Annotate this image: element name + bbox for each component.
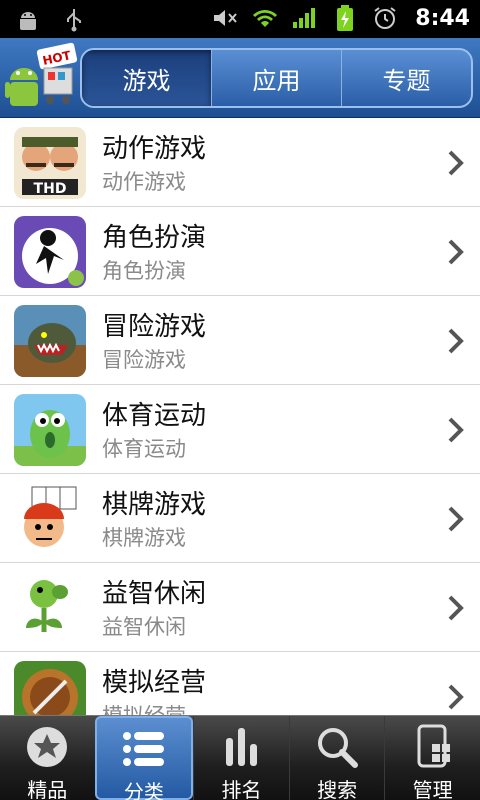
hot-android-cart-logo[interactable]: HOT — [4, 42, 80, 114]
chevron-right-icon — [448, 506, 464, 532]
chevron-right-icon — [448, 150, 464, 176]
list-item-adventure[interactable]: 冒险游戏 冒险游戏 — [0, 296, 480, 385]
list-item-subtitle: 益智休闲 — [102, 615, 186, 639]
list-item-simulation[interactable]: 模拟经营 模拟经营 — [0, 652, 480, 715]
ranking-bars-icon — [226, 728, 258, 766]
alarm-icon — [371, 4, 399, 32]
category-list: THD 动作游戏 动作游戏 角色扮演 角色扮演 冒险游戏 冒险游戏 体育运动 体… — [0, 118, 480, 715]
list-item-subtitle: 动作游戏 — [102, 170, 186, 194]
nav-ranking[interactable]: 排名 — [193, 716, 289, 800]
chevron-right-icon — [448, 328, 464, 354]
card-game-icon — [14, 483, 86, 555]
adventure-game-icon — [14, 305, 86, 377]
list-item-title: 棋牌游戏 — [102, 490, 207, 520]
list-icon — [122, 732, 164, 766]
nav-label: 排名 — [221, 778, 262, 800]
nav-categories[interactable]: 分类 — [94, 716, 194, 800]
tab-apps[interactable]: 应用 — [211, 50, 341, 106]
search-icon — [318, 728, 359, 768]
sports-icon — [14, 394, 86, 466]
list-item-cards[interactable]: 棋牌游戏 棋牌游戏 — [0, 474, 480, 563]
android-icon — [14, 6, 42, 34]
simulation-icon — [14, 661, 86, 715]
list-item-puzzle[interactable]: 益智休闲 益智休闲 — [0, 563, 480, 652]
list-item-title: 体育运动 — [102, 401, 207, 431]
puzzle-casual-icon — [14, 572, 86, 644]
manage-icon — [417, 724, 450, 768]
bottom-nav: 精品 分类 排名 搜索 管理 — [0, 715, 480, 800]
chevron-right-icon — [448, 684, 464, 710]
list-item-subtitle: 体育运动 — [102, 437, 186, 461]
nav-label: 分类 — [123, 780, 164, 800]
nav-search[interactable]: 搜索 — [288, 716, 385, 800]
header-bar: HOT 游戏 应用 专题 — [0, 38, 480, 118]
nav-manage[interactable]: 管理 — [384, 716, 480, 800]
status-bar: 8:44 — [0, 0, 480, 38]
chevron-right-icon — [448, 239, 464, 265]
list-item-title: 角色扮演 — [102, 223, 207, 253]
star-icon — [27, 727, 68, 767]
status-time: 8:44 — [415, 5, 470, 31]
list-item-subtitle: 角色扮演 — [102, 259, 186, 283]
list-item-title: 冒险游戏 — [102, 312, 207, 342]
chevron-right-icon — [448, 417, 464, 443]
nav-featured[interactable]: 精品 — [0, 716, 95, 800]
list-item-subtitle: 冒险游戏 — [102, 348, 186, 372]
list-item-title: 动作游戏 — [102, 134, 207, 164]
action-icon-text: THD — [34, 181, 67, 197]
wifi-icon — [251, 4, 279, 32]
nav-label: 精品 — [27, 778, 68, 800]
category-tabs: 游戏 应用 专题 — [80, 48, 473, 108]
signal-icon — [291, 4, 319, 32]
battery-charging-icon — [331, 4, 359, 32]
list-item-title: 模拟经营 — [102, 668, 207, 698]
tab-topics[interactable]: 专题 — [341, 50, 471, 106]
tab-games[interactable]: 游戏 — [82, 50, 211, 106]
list-item-action[interactable]: THD 动作游戏 动作游戏 — [0, 118, 480, 207]
list-item-subtitle: 棋牌游戏 — [102, 526, 186, 550]
list-item-sports[interactable]: 体育运动 体育运动 — [0, 385, 480, 474]
action-game-icon: THD — [14, 127, 86, 199]
mute-icon — [211, 4, 239, 32]
nav-label: 管理 — [412, 778, 453, 800]
list-item-subtitle: 模拟经营 — [102, 700, 186, 715]
list-item-roleplay[interactable]: 角色扮演 角色扮演 — [0, 207, 480, 296]
role-play-icon — [14, 216, 86, 288]
chevron-right-icon — [448, 595, 464, 621]
usb-icon — [60, 6, 88, 34]
list-item-title: 益智休闲 — [102, 579, 207, 609]
nav-label: 搜索 — [317, 778, 358, 800]
